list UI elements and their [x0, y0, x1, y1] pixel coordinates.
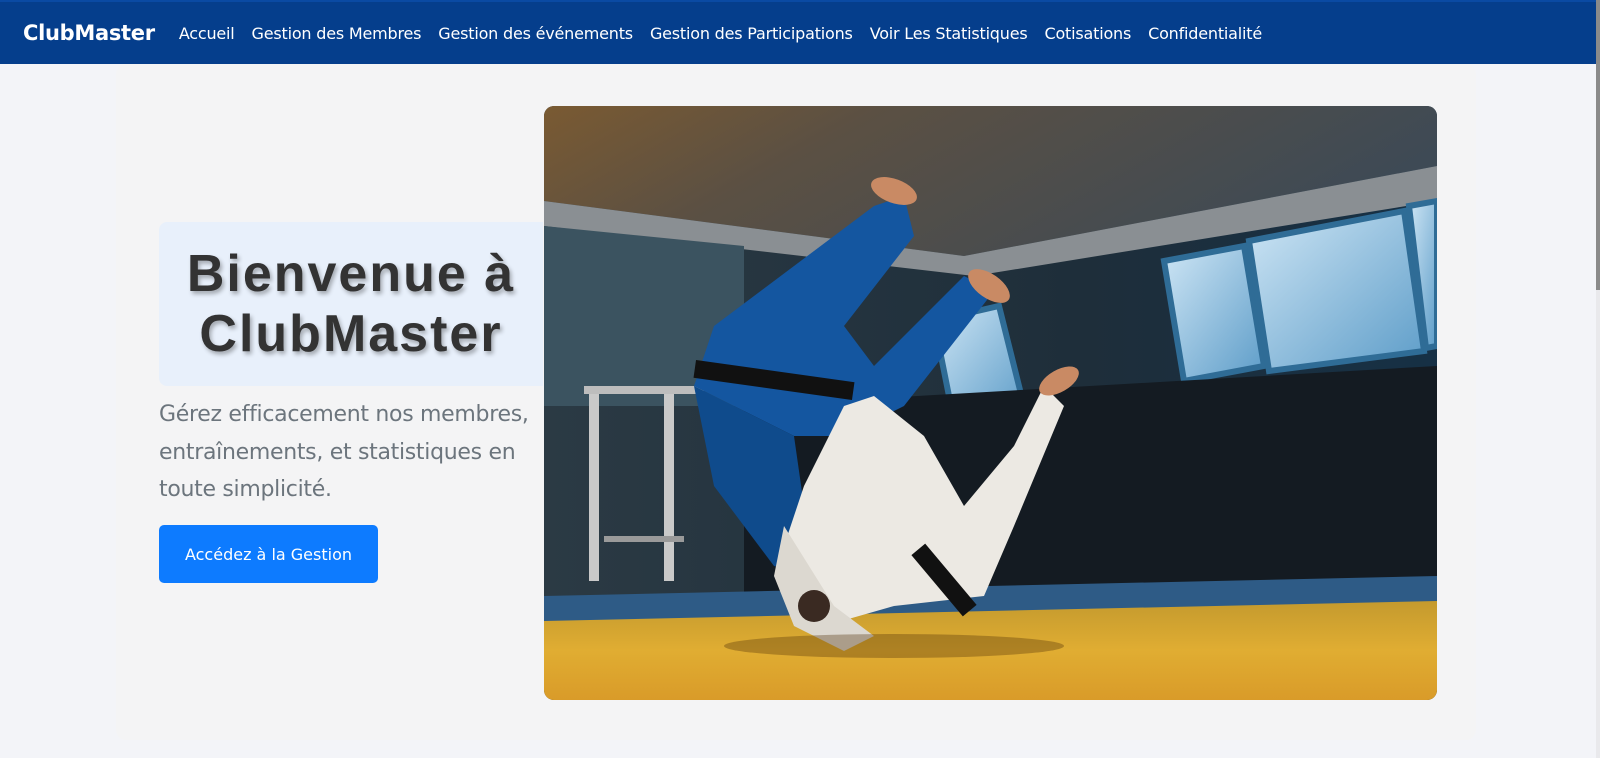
scrollbar-thumb[interactable] [1596, 0, 1600, 290]
page-scrollbar[interactable] [1596, 0, 1600, 758]
hero-title-box: Bienvenue à ClubMaster [159, 222, 543, 386]
brand-logo[interactable]: ClubMaster [23, 21, 155, 45]
judo-throw-image [544, 106, 1437, 700]
hero-subtitle: Gérez efficacement nos membres, entraîne… [159, 402, 529, 502]
nav-link-statistiques[interactable]: Voir Les Statistiques [870, 24, 1028, 43]
nav-link-gestion-evenements[interactable]: Gestion des événements [438, 24, 633, 43]
nav-link-gestion-membres[interactable]: Gestion des Membres [252, 24, 422, 43]
hero-title-line2: ClubMaster [199, 305, 503, 363]
access-management-button[interactable]: Accédez à la Gestion [159, 525, 378, 583]
nav-link-cotisations[interactable]: Cotisations [1045, 24, 1132, 43]
hero-title: Bienvenue à ClubMaster [187, 244, 515, 364]
top-navbar: ClubMaster Accueil Gestion des Membres G… [0, 0, 1596, 64]
nav-links: Accueil Gestion des Membres Gestion des … [179, 24, 1279, 43]
nav-link-gestion-participations[interactable]: Gestion des Participations [650, 24, 853, 43]
hero-title-line1: Bienvenue à [186, 245, 516, 303]
nav-link-accueil[interactable]: Accueil [179, 24, 235, 43]
nav-link-confidentialite[interactable]: Confidentialité [1148, 24, 1262, 43]
